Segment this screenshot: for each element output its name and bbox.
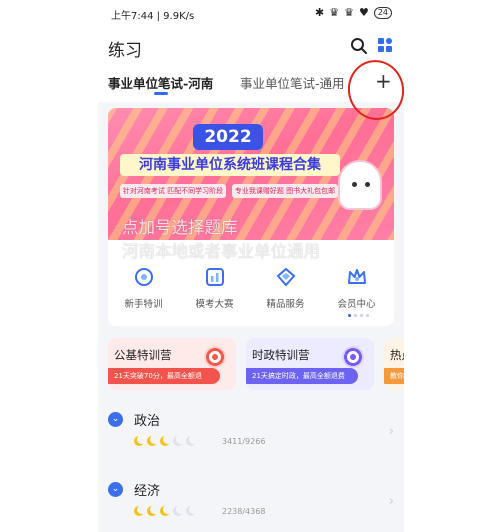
- chevron-down-icon[interactable]: ⌄: [108, 482, 123, 497]
- banner-year: 2022: [193, 124, 263, 150]
- banner-subtitle-1: 针对河南考试 匹配不同学习阶段: [120, 184, 226, 198]
- promo-subtitle: 教你: [384, 368, 404, 384]
- tab-general[interactable]: 事业单位笔试-通用: [240, 73, 345, 92]
- moon-icon: [147, 435, 159, 446]
- category-grid-icon[interactable]: [378, 38, 392, 52]
- mastery-moons: [134, 435, 198, 446]
- overlay-note-line1: 点加号选择题库: [122, 218, 238, 237]
- promo-subtitle: 21天突破70分，最高全额退: [108, 368, 220, 384]
- battery-icon: 24: [373, 6, 392, 19]
- promo-title: 公基特训营: [114, 348, 172, 362]
- crown-status-icon-2: ♛: [344, 6, 354, 19]
- banner-subtitle-2: 专业我课赠好题 图书大礼包包邮: [232, 184, 338, 198]
- crown-icon: [347, 269, 366, 284]
- status-icons: ✱ ♛ ♛ ♥ 24: [315, 6, 392, 19]
- heart-icon: ♥: [358, 6, 369, 19]
- bluetooth-icon: ✱: [314, 6, 325, 19]
- promo-title: 热点: [390, 348, 404, 362]
- active-tab-indicator: [154, 92, 168, 95]
- mascot-illustration: [338, 160, 382, 210]
- moon-icon: [147, 505, 159, 516]
- moon-icon: [186, 505, 198, 516]
- target-icon: [342, 346, 364, 368]
- shortcut-label: 会员中心: [337, 299, 376, 310]
- shortcut-mock-exam[interactable]: 模考大赛: [179, 266, 250, 310]
- shortcut-row: 新手特训 模考大赛 精品服务 会员中心: [108, 266, 394, 312]
- promo-title: 时政特训营: [252, 348, 310, 362]
- subject-row-politics[interactable]: ⌄ 政治 3411/9266 ›: [108, 406, 394, 462]
- chevron-right-icon: ›: [388, 424, 394, 439]
- moon-icon: [134, 435, 146, 446]
- shortcut-label: 精品服务: [266, 299, 305, 310]
- chevron-down-icon[interactable]: ⌄: [108, 412, 123, 427]
- shortcut-premium-service[interactable]: 精品服务: [250, 266, 321, 310]
- bullseye-icon: [134, 268, 153, 286]
- promo-card-hotspot[interactable]: 热点 教你: [384, 338, 404, 390]
- promo-card-current-affairs[interactable]: 时政特训营 21天搞定时政，最高全额退费: [246, 338, 374, 390]
- chart-bars-icon: [205, 268, 224, 286]
- diamond-icon: [276, 267, 295, 287]
- page-title: 练习: [108, 41, 142, 61]
- tab-henan[interactable]: 事业单位笔试-河南: [108, 73, 213, 92]
- promo-subtitle: 21天搞定时政，最高全额退费: [246, 368, 358, 384]
- moon-icon: [134, 505, 146, 516]
- chevron-right-icon: ›: [388, 494, 394, 509]
- target-icon: [204, 346, 226, 368]
- status-time: 上午7:44 | 9.9K/s: [111, 11, 195, 22]
- shortcut-member-center[interactable]: 会员中心: [321, 266, 392, 310]
- overlay-note-line2: 河南本地或者事业单位通用: [122, 242, 320, 261]
- banner-card: 2022 河南事业单位系统班课程合集 针对河南考试 匹配不同学习阶段 专业我课赠…: [108, 108, 394, 326]
- subject-title: 经济: [134, 484, 161, 499]
- app-header: 练习: [98, 26, 404, 68]
- shortcut-label: 模考大赛: [195, 299, 234, 310]
- subject-row-economics[interactable]: ⌄ 经济 2238/4368 ›: [108, 476, 394, 532]
- shortcut-newbie-training[interactable]: 新手特训: [108, 266, 179, 310]
- progress-count: 3411/9266: [222, 437, 266, 446]
- subject-title: 政治: [134, 414, 161, 429]
- banner-title: 河南事业单位系统班课程合集: [120, 154, 340, 176]
- carousel-dots: [348, 314, 369, 317]
- crown-status-icon: ♛: [329, 6, 340, 19]
- course-banner[interactable]: 2022 河南事业单位系统班课程合集 针对河南考试 匹配不同学习阶段 专业我课赠…: [108, 108, 394, 261]
- moon-icon: [160, 435, 172, 446]
- moon-icon: [160, 505, 172, 516]
- progress-count: 2238/4368: [222, 507, 266, 516]
- moon-icon: [173, 505, 185, 516]
- shortcut-label: 新手特训: [124, 299, 163, 310]
- moon-icon: [186, 435, 198, 446]
- moon-icon: [173, 435, 185, 446]
- promo-card-public-basics[interactable]: 公基特训营 21天突破70分，最高全额退: [108, 338, 236, 390]
- status-bar: 上午7:44 | 9.9K/s ✱ ♛ ♛ ♥ 24: [98, 0, 404, 26]
- mastery-moons: [134, 505, 198, 516]
- search-icon[interactable]: [350, 37, 368, 55]
